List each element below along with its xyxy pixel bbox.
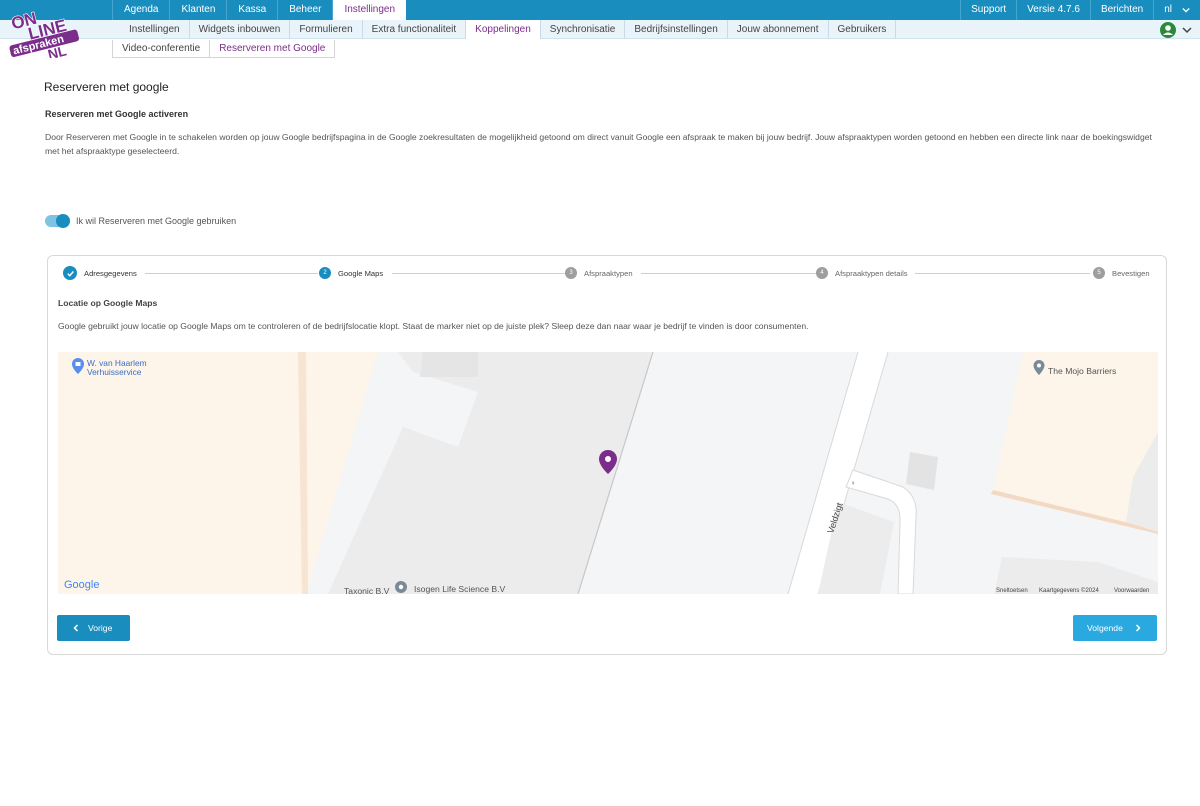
main-nav: Agenda Klanten Kassa Beheer Instellingen bbox=[112, 0, 407, 20]
chevron-down-icon bbox=[1182, 7, 1190, 13]
nav-beheer[interactable]: Beheer bbox=[277, 0, 332, 20]
nav-kassa[interactable]: Kassa bbox=[226, 0, 277, 20]
previous-button-label: Vorige bbox=[88, 623, 113, 633]
step-number: 2 bbox=[319, 267, 331, 279]
language-selector[interactable]: nl bbox=[1153, 0, 1200, 20]
google-logo[interactable]: Google bbox=[64, 579, 99, 591]
step-adresgegevens[interactable]: Adresgegevens bbox=[63, 265, 143, 281]
page-title: Reserveren met google bbox=[44, 80, 169, 94]
step-label: Adresgegevens bbox=[84, 268, 137, 278]
language-label: nl bbox=[1164, 4, 1172, 15]
reserve-with-google-toggle[interactable] bbox=[45, 214, 70, 228]
poi-label[interactable]: Taxonic B.V bbox=[344, 586, 390, 594]
toggle-label: Ik wil Reserveren met Google gebruiken bbox=[76, 216, 237, 226]
step-connector bbox=[915, 272, 1090, 274]
section-title: Reserveren met Google activeren bbox=[45, 109, 189, 119]
subnav-reserveren-met-google[interactable]: Reserveren met Google bbox=[210, 40, 336, 58]
step-connector bbox=[641, 272, 816, 274]
map-canvas[interactable]: Veldzigt ↟ W. van Haarlem Verhuisservice… bbox=[58, 352, 1158, 594]
location-title: Locatie op Google Maps bbox=[58, 298, 158, 308]
step-number: 4 bbox=[816, 267, 828, 279]
step-connector bbox=[145, 272, 318, 274]
step-google-maps[interactable]: 2 Google Maps bbox=[319, 265, 390, 281]
step-connector bbox=[392, 272, 565, 274]
map-terms-link[interactable]: Voorwaarden bbox=[1114, 588, 1149, 594]
next-button[interactable]: Volgende bbox=[1073, 615, 1157, 641]
nav-instellingen[interactable]: Instellingen bbox=[332, 0, 407, 20]
map-data-attribution: Kaartgegevens ©2024 bbox=[1039, 587, 1099, 594]
toggle-knob bbox=[56, 214, 70, 228]
step-label: Bevestigen bbox=[1112, 268, 1150, 278]
subnav-gebruikers[interactable]: Gebruikers bbox=[829, 20, 897, 39]
step-label: Google Maps bbox=[338, 268, 384, 278]
map-shortcuts-link[interactable]: Sneltoetsen bbox=[996, 588, 1028, 594]
previous-button[interactable]: Vorige bbox=[57, 615, 130, 641]
subnav-instellingen[interactable]: Instellingen bbox=[120, 20, 190, 39]
nav-support[interactable]: Support bbox=[960, 0, 1016, 20]
chevron-down-icon[interactable] bbox=[1182, 25, 1192, 35]
step-label: Afspraaktypen details bbox=[835, 268, 908, 278]
top-right-nav: Support Versie 4.7.6 Berichten nl bbox=[960, 0, 1200, 20]
nav-agenda[interactable]: Agenda bbox=[112, 0, 169, 20]
nav-klanten[interactable]: Klanten bbox=[169, 0, 226, 20]
subnav-koppelingen[interactable]: Koppelingen bbox=[466, 20, 541, 39]
settings-subnav: Instellingen Widgets inbouwen Formuliere… bbox=[0, 20, 1200, 39]
subnav-jouw-abonnement[interactable]: Jouw abonnement bbox=[728, 20, 829, 39]
poi-label[interactable]: Isogen Life Science B.V bbox=[414, 584, 506, 594]
google-map[interactable]: Veldzigt ↟ W. van Haarlem Verhuisservice… bbox=[58, 352, 1158, 594]
step-afspraaktypen[interactable]: 3 Afspraaktypen bbox=[565, 265, 639, 281]
subnav-synchronisatie[interactable]: Synchronisatie bbox=[541, 20, 626, 39]
poi-label[interactable]: Verhuisservice bbox=[87, 367, 142, 377]
check-icon bbox=[63, 266, 77, 280]
section-description: Door Reserveren met Google in te schakel… bbox=[45, 132, 1152, 156]
poi-pin-icon[interactable] bbox=[395, 581, 407, 593]
poi-label[interactable]: The Mojo Barriers bbox=[1048, 366, 1116, 376]
subnav-extra-functionaliteit[interactable]: Extra functionaliteit bbox=[363, 20, 467, 39]
subnav-bedrijfsinstellingen[interactable]: Bedrijfsinstellingen bbox=[625, 20, 728, 39]
step-number: 5 bbox=[1093, 267, 1105, 279]
step-bevestigen[interactable]: 5 Bevestigen bbox=[1093, 265, 1156, 281]
version-label[interactable]: Versie 4.7.6 bbox=[1016, 0, 1090, 20]
subnav-video-conferentie[interactable]: Video-conferentie bbox=[112, 40, 211, 58]
wizard-card: Adresgegevens 2 Google Maps 3 Afspraakty… bbox=[47, 255, 1167, 655]
svg-text:↟: ↟ bbox=[851, 481, 855, 487]
koppelingen-subnav: Video-conferentie Reserveren met Google bbox=[112, 40, 336, 58]
step-number: 3 bbox=[565, 267, 577, 279]
step-label: Afspraaktypen bbox=[584, 268, 633, 278]
subnav-formulieren[interactable]: Formulieren bbox=[290, 20, 363, 39]
step-afspraaktypen-details[interactable]: 4 Afspraaktypen details bbox=[816, 265, 914, 281]
subnav-widgets-inbouwen[interactable]: Widgets inbouwen bbox=[190, 20, 291, 39]
wizard-stepper: Adresgegevens 2 Google Maps 3 Afspraakty… bbox=[63, 265, 1156, 281]
next-button-label: Volgende bbox=[1087, 623, 1123, 633]
nav-berichten[interactable]: Berichten bbox=[1089, 0, 1153, 20]
user-account-icon[interactable] bbox=[1160, 22, 1176, 38]
chevron-right-icon bbox=[1135, 624, 1141, 632]
chevron-left-icon bbox=[73, 624, 79, 632]
location-description: Google gebruikt jouw locatie op Google M… bbox=[58, 321, 809, 331]
brand-logo[interactable]: ON LINE afspraken .NL bbox=[4, 2, 84, 58]
